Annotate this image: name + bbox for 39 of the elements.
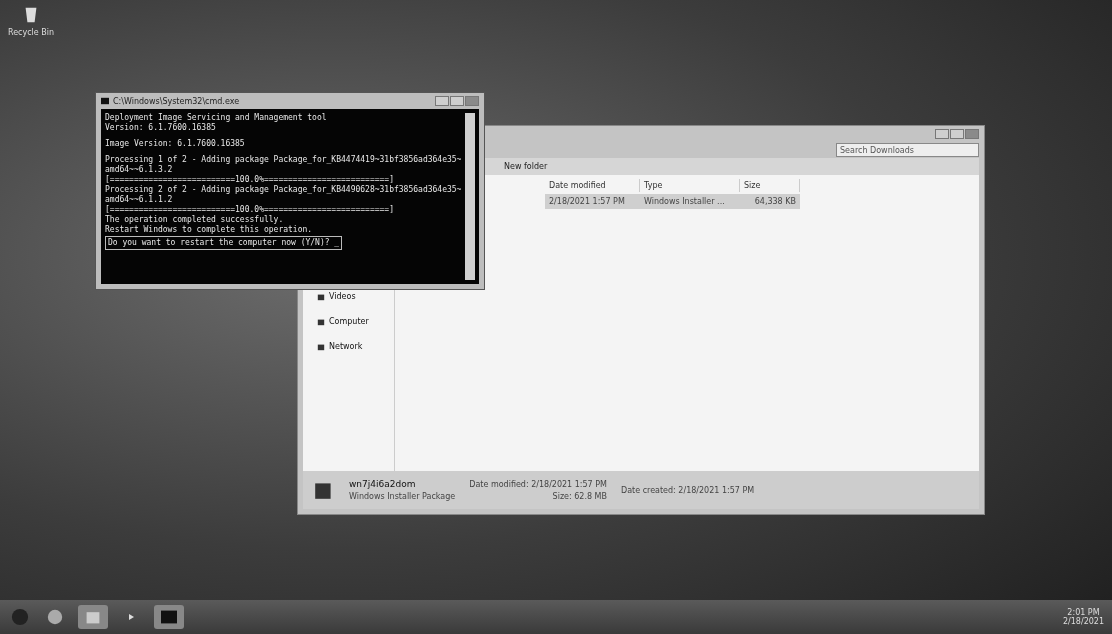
scrollbar[interactable]	[465, 113, 475, 280]
search-field[interactable]: Search Downloads	[836, 143, 979, 157]
console-icon	[159, 609, 179, 625]
sidebar-item[interactable]: Network	[317, 342, 394, 351]
console-taskbar-button[interactable]	[154, 605, 184, 629]
console-line: Deployment Image Servicing and Management tool	[105, 113, 328, 123]
column-header[interactable]: Date modified	[545, 179, 640, 192]
sidebar-item[interactable]: Computer	[317, 317, 394, 326]
console-line: [==========================100.0%==========================]	[105, 175, 395, 185]
console-prompt: Do you want to restart the computer now (Y/N)? _	[105, 236, 343, 250]
toolbar-button[interactable]: New folder	[504, 162, 548, 171]
console-line: [==========================100.0%==========================]	[105, 205, 395, 215]
console-line: Version: 6.1.7600.16385	[105, 123, 217, 133]
console-icon	[101, 97, 109, 105]
console-line: Image Version: 6.1.7600.16385	[105, 139, 246, 149]
minimize-button[interactable]	[935, 129, 949, 139]
maximize-button[interactable]	[450, 96, 464, 106]
play-icon	[126, 612, 136, 622]
desktop-icon-label[interactable]: Recycle Bin	[7, 28, 55, 37]
date-created: Date created: 2/18/2021 1:57 PM	[621, 485, 755, 495]
console-line: Processing 1 of 2 - Adding package Package_for_KB4474419~31bf3856ad364e35~amd64~~6.1.3.2	[105, 155, 463, 175]
clock[interactable]: 2:01 PM 2/18/2021	[1062, 608, 1104, 626]
explorer-taskbar-button[interactable]	[78, 605, 108, 629]
maximize-button[interactable]	[950, 129, 964, 139]
file-row[interactable]: 2/18/2021 1:57 PM Windows Installer ... 64,338 KB	[545, 194, 800, 209]
file-name: wn7j4i6a2dom	[349, 479, 416, 489]
sidebar-item[interactable]: Videos	[317, 292, 394, 301]
file-type: Windows Installer Package	[349, 492, 456, 501]
minimize-button[interactable]	[435, 96, 449, 106]
console-line: Processing 2 of 2 - Adding package Package_for_KB4490628~31bf3856ad364e35~amd64~~6.1.1.2	[105, 185, 463, 205]
date-modified: Date modified: 2/18/2021 1:57 PM	[469, 479, 607, 489]
console-line: The operation completed successfully.	[105, 215, 285, 225]
globe-icon	[47, 609, 63, 625]
column-header[interactable]: Size	[740, 179, 800, 192]
orb-icon	[11, 608, 29, 626]
console-line: Restart Windows to complete this operation.	[105, 225, 314, 235]
file-size: Size: 62.8 MB	[552, 491, 607, 501]
column-header[interactable]: Type	[640, 179, 740, 192]
window-title: C:\Windows\System32\cmd.exe	[113, 96, 240, 106]
